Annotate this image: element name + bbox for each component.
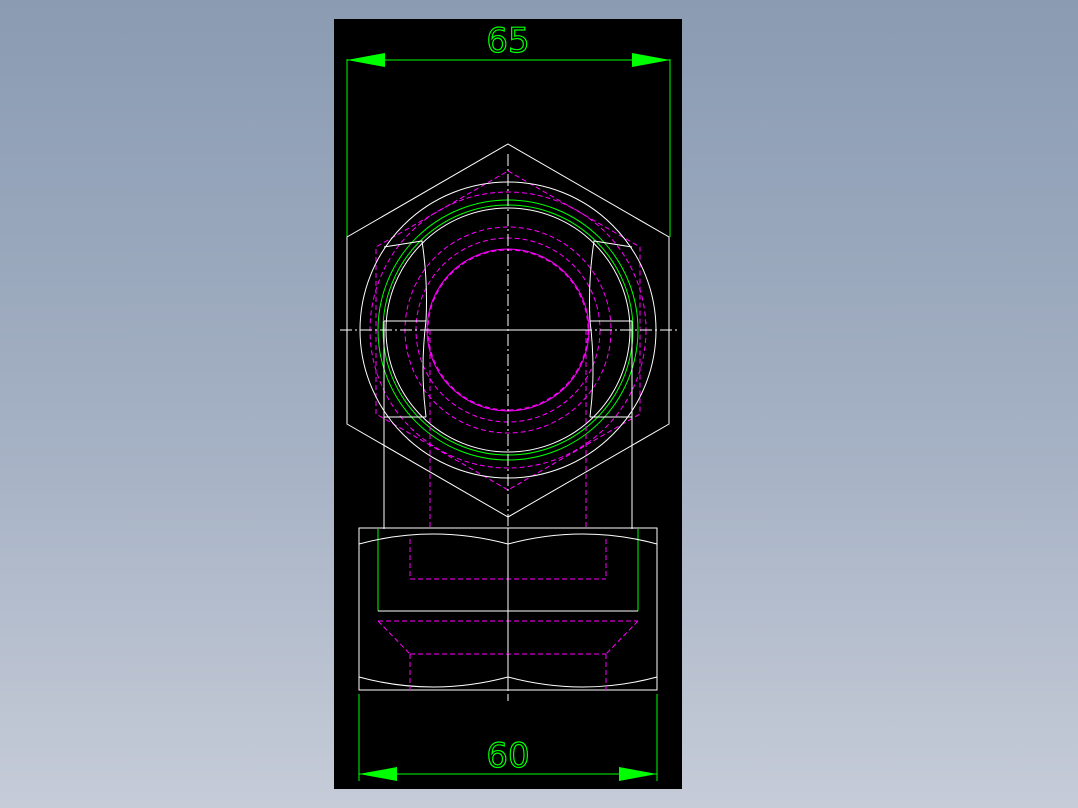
hidden-side-8 (377, 620, 411, 655)
cad-drawing-canvas: 65 60 (334, 19, 682, 789)
top-dimension-value: 65 (486, 21, 529, 61)
slot-right-upper (589, 240, 633, 322)
top-dimension-arrow-left (347, 53, 385, 67)
cad-drawing: 65 60 (340, 20, 678, 781)
hidden-side-9 (605, 620, 639, 655)
top-dimension-arrow-right (632, 53, 670, 67)
bottom-dimension: 60 (358, 694, 658, 781)
center-lines (340, 154, 678, 701)
slot-left-upper (383, 240, 427, 322)
bottom-dimension-arrow-left (359, 767, 397, 781)
bottom-dimension-arrow-right (619, 767, 657, 781)
bottom-dimension-value: 60 (486, 736, 529, 776)
